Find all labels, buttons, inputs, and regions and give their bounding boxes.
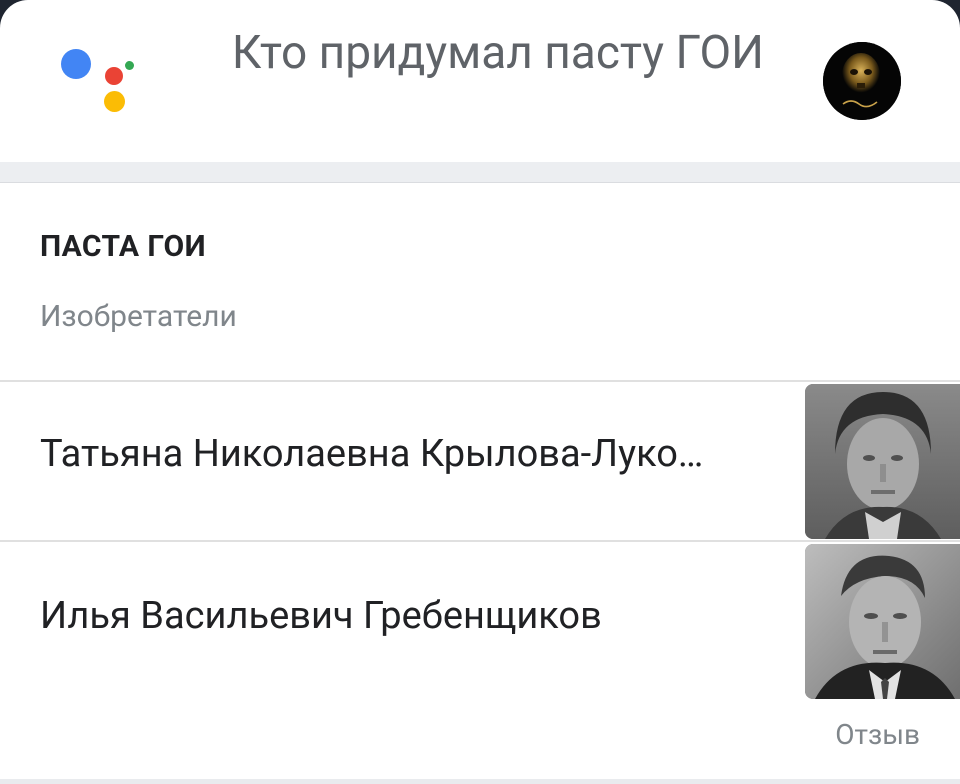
inventor-photo-woman bbox=[805, 384, 960, 539]
user-avatar[interactable] bbox=[823, 42, 901, 120]
card-title: ПАСТА ГОИ bbox=[40, 229, 206, 264]
list-item-inventor[interactable]: Илья Васильевич Гребенщиков bbox=[0, 542, 960, 700]
assistant-dot-yellow bbox=[104, 91, 125, 112]
knowledge-card: ПАСТА ГОИ Изобретатели Татьяна Николаевн… bbox=[0, 182, 960, 779]
assistant-dot-green bbox=[125, 61, 134, 70]
list-item-inventor[interactable]: Татьяна Николаевна Крылова-Луко… bbox=[0, 382, 960, 540]
avatar-mask-icon bbox=[823, 42, 901, 120]
feedback-link[interactable]: Отзыв bbox=[835, 718, 920, 751]
assistant-dot-red bbox=[105, 67, 123, 85]
section-gap bbox=[0, 162, 960, 182]
inventor-name: Илья Васильевич Гребенщиков bbox=[40, 594, 602, 638]
assistant-query-header: Кто придумал пасту ГОИ bbox=[0, 0, 960, 162]
inventor-photo-man bbox=[805, 544, 960, 699]
user-query-text[interactable]: Кто придумал пасту ГОИ bbox=[204, 22, 764, 84]
card-subtitle: Изобретатели bbox=[40, 299, 237, 334]
inventor-name: Татьяна Николаевна Крылова-Луко… bbox=[40, 432, 704, 476]
google-assistant-icon[interactable] bbox=[58, 44, 138, 120]
assistant-dot-blue bbox=[61, 49, 91, 79]
